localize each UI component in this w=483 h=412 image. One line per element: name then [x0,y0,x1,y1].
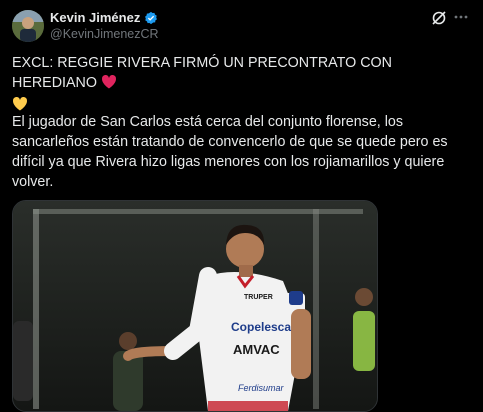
sponsor-ferdisumar: Ferdisumar [238,383,285,393]
author-display-name[interactable]: Kevin Jiménez [50,10,140,25]
author-handle[interactable]: @KevinJimenezCR [50,27,159,41]
grok-icon[interactable] [431,10,447,26]
avatar-image [12,10,44,42]
tweet-photo[interactable]: TRUPER Copelesca AMVAC Ferdisumar [12,200,378,412]
sponsor-amvac: AMVAC [233,342,280,357]
sponsor-copelesca: Copelesca [231,320,291,334]
tweet-headline: EXCL: REGGIE RIVERA FIRMÓ UN PRECONTRATO… [12,53,472,117]
sponsor-truper: TRUPER [244,294,273,301]
football-player-photo: TRUPER Copelesca AMVAC Ferdisumar [13,201,377,411]
tweet-body: El jugador de San Carlos está cerca del … [12,114,448,190]
red-heart-icon [101,74,117,95]
headline-text: EXCL: REGGIE RIVERA FIRMÓ UN PRECONTRATO… [12,55,392,91]
more-options-icon[interactable] [453,9,469,25]
verified-badge-icon[interactable] [144,11,158,25]
tweet-header: Kevin Jiménez @KevinJimenezCR [0,0,483,50]
avatar[interactable] [12,10,44,42]
